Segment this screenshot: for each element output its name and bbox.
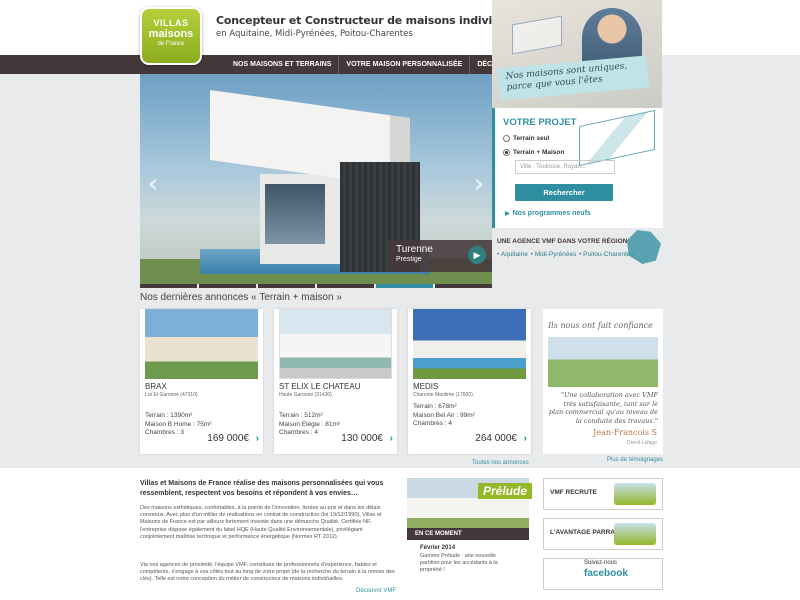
listing-specs: Terrain : 1390m² Maison B Home : 75m² Ch… <box>145 412 211 438</box>
listing-photo[interactable] <box>145 309 258 379</box>
slide-house-glass <box>265 184 325 244</box>
listing-location: Lot Et Garonne (47310) <box>145 392 198 398</box>
region-link-poitou-charentes[interactable]: Poitou-Charentes <box>583 251 634 258</box>
intro-heading: Villas et Maisons de France réalise des … <box>140 480 384 497</box>
intro-paragraph-2: Via nos agences de proximité, l'équipe V… <box>140 562 395 583</box>
chevron-right-icon[interactable]: › <box>256 433 259 444</box>
facebook-icon: facebook <box>584 568 628 579</box>
projet-panel: VOTRE PROJET Terrain seul Terrain + Mais… <box>492 108 663 228</box>
parrainage-button[interactable]: L'AVANTAGE PARRAINAGE <box>543 518 663 550</box>
nav-item-maison-personnalisee[interactable]: VOTRE MAISON PERSONNALISÉE <box>339 55 471 74</box>
agence-block: UNE AGENCE VMF DANS VOTRE RÉGION • Aquit… <box>497 230 663 264</box>
listing-price: 169 000€ <box>207 433 249 444</box>
nav-item-maisons-terrains[interactable]: NOS MAISONS ET TERRAINS <box>226 55 340 74</box>
slider-dot[interactable] <box>199 284 256 288</box>
toy-house-illustration <box>512 15 562 55</box>
tagline-banner: Nos maisons sont uniques, parce que vous… <box>496 55 650 101</box>
france-map-icon[interactable] <box>627 230 661 264</box>
testimonial-photo <box>548 337 658 387</box>
decouvrir-vmf-link[interactable]: Découvrir VMF <box>356 588 396 594</box>
search-button[interactable]: Rechercher <box>515 184 613 201</box>
listing-chambres: Chambres : 3 <box>145 429 185 436</box>
suivez-label: Suivez-nous <box>584 560 618 566</box>
recrute-label: VMF RECRUTE <box>550 489 597 496</box>
brand-logo[interactable]: VILLAS maisons de France <box>140 7 202 65</box>
testimonial-card: Ils nous ont fait confiance "Une collabo… <box>543 309 663 454</box>
listing-card[interactable]: ST ELIX LE CHATEAU Haute Garonne (31430) … <box>274 309 397 454</box>
prelude-badge: Prélude <box>478 483 533 499</box>
listing-specs: Terrain : 512m² Maison Elégie : 81m² Cha… <box>279 412 340 438</box>
testimonial-title: Ils nous ont fait confiance <box>548 321 653 330</box>
bottom-band <box>0 468 800 600</box>
annonces-title: Nos dernières annonces « Terrain + maiso… <box>140 292 342 303</box>
listing-city: MEDIS <box>413 382 439 391</box>
slider-next-icon[interactable]: › <box>470 169 488 199</box>
listing-city: BRAX <box>145 382 167 391</box>
logo-line-2: maisons <box>148 28 194 40</box>
chevron-right-icon[interactable]: › <box>524 433 527 444</box>
programmes-neufs-link[interactable]: Nos programmes neufs <box>505 210 591 217</box>
intro-paragraph-1: Des maisons esthétiques, confortables, à… <box>140 505 382 540</box>
listing-maison: Maison Bel Air : 99m² <box>413 411 475 419</box>
listing-card[interactable]: BRAX Lot Et Garonne (47310) Terrain : 139… <box>140 309 263 454</box>
testimonial-location: Drenil-Lafage <box>626 440 657 446</box>
parrainage-icon <box>614 523 656 545</box>
radio-selected-icon[interactable] <box>503 149 510 156</box>
testimonial-author: Jean-Francois S <box>593 428 657 437</box>
header-subtitle: en Aquitaine, Midi-Pyrénées, Poitou-Char… <box>216 29 413 39</box>
moment-title: Février 2014 <box>420 545 456 551</box>
region-link-midi-pyrenees[interactable]: Midi-Pyrénées <box>535 251 577 258</box>
listing-price: 264 000€ <box>475 433 517 444</box>
listing-name: BRAX Lot Et Garonne (47310) <box>145 382 255 400</box>
slider-pagination <box>140 284 492 288</box>
hero-photo: Nos maisons sont uniques, parce que vous… <box>492 0 662 108</box>
listing-maison: Maison B Home : 75m² <box>145 420 212 428</box>
logo-line-3: de France <box>157 41 185 47</box>
slider-dot[interactable] <box>435 284 492 288</box>
chevron-right-icon[interactable]: › <box>390 433 393 444</box>
listing-specs: Terrain : 678m² Maison Bel Air : 99m² Ch… <box>413 403 475 429</box>
region-link-aquitaine[interactable]: Aquitaine <box>501 251 528 258</box>
listing-price: 130 000€ <box>341 433 383 444</box>
listing-city: ST ELIX LE CHATEAU <box>279 382 361 391</box>
listing-name: ST ELIX LE CHATEAU Haute Garonne (31430) <box>279 382 389 400</box>
testimonial-quote: "Une collaboration avec VMF très satisfa… <box>548 391 658 425</box>
slider-prev-icon[interactable]: ‹ <box>144 169 162 199</box>
city-search-input[interactable]: Ville : Toulouse, Royan... <box>515 160 615 174</box>
listing-maison: Maison Elégie : 81m² <box>279 420 341 428</box>
header-background <box>0 0 800 55</box>
listing-chambres: Chambres : 4 <box>279 429 319 436</box>
all-listings-link[interactable]: Toutes nos annonces <box>472 460 529 466</box>
slide-caption[interactable]: Turenne Prestige ▶ <box>388 240 492 272</box>
listing-photo[interactable] <box>413 309 526 379</box>
listing-photo[interactable] <box>279 309 392 379</box>
listing-name: MEDIS Charente Maritime (17600) <box>413 382 523 400</box>
slider-dot[interactable] <box>317 284 374 288</box>
logo-line-1: VILLAS <box>153 18 189 28</box>
radio-label: Terrain seul <box>513 135 550 142</box>
slide-go-icon[interactable]: ▶ <box>468 246 486 264</box>
more-testimonials-link[interactable]: Plus de témoignages <box>607 457 663 463</box>
listing-terrain: Terrain : 1390m² <box>145 412 193 419</box>
listing-location: Charente Maritime (17600) <box>413 392 473 398</box>
vmf-recrute-button[interactable]: VMF RECRUTE <box>543 478 663 510</box>
listing-location: Haute Garonne (31430) <box>279 392 332 398</box>
header-title: Concepteur et Constructeur de maisons in… <box>216 14 536 27</box>
listing-terrain: Terrain : 678m² <box>413 403 457 410</box>
listing-chambres: Chambres : 4 <box>413 420 453 427</box>
moment-text: Gamme Prélude : une nouvelle partition p… <box>420 553 498 573</box>
vmf-logo-icon <box>614 483 656 505</box>
slider-dot-active[interactable] <box>376 284 433 288</box>
listing-terrain: Terrain : 512m² <box>279 412 323 419</box>
slider-dot[interactable] <box>258 284 315 288</box>
radio-label: Terrain + Maison <box>513 149 565 156</box>
facebook-button[interactable]: Suivez-nous facebook <box>543 558 663 590</box>
radio-icon[interactable] <box>503 135 510 142</box>
slider-dot[interactable] <box>140 284 197 288</box>
moment-bar: EN CE MOMENT <box>407 528 529 540</box>
listing-card[interactable]: MEDIS Charente Maritime (17600) Terrain :… <box>408 309 531 454</box>
